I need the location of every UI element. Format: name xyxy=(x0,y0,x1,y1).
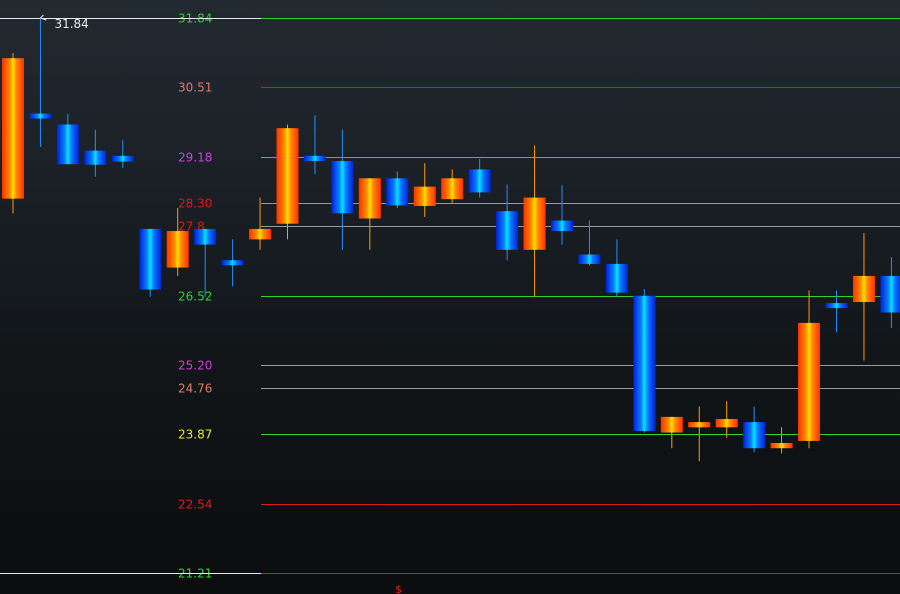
candle-body-7 xyxy=(194,228,217,245)
candle-5 xyxy=(139,228,162,297)
level-label-7: 24.76 xyxy=(178,382,212,396)
candle-body-21 xyxy=(578,254,601,264)
candle-body-17 xyxy=(468,169,491,193)
candle-body-22 xyxy=(605,263,628,293)
candle-8 xyxy=(221,239,244,287)
candle-27 xyxy=(743,406,766,453)
candle-2 xyxy=(56,114,79,165)
candle-6 xyxy=(166,208,189,276)
level-label-5: 26.52 xyxy=(178,290,212,304)
candle-4 xyxy=(111,140,134,168)
candle-body-2 xyxy=(56,124,79,165)
candle-13 xyxy=(358,178,381,250)
candle-7 xyxy=(194,228,217,297)
candle-body-16 xyxy=(441,178,464,200)
candle-28 xyxy=(770,427,793,454)
candle-body-6 xyxy=(166,231,189,268)
candle-body-3 xyxy=(84,150,107,165)
candle-10 xyxy=(276,124,299,240)
candle-11 xyxy=(303,115,326,175)
candle-23 xyxy=(633,288,656,433)
candle-26 xyxy=(715,401,738,438)
candle-body-5 xyxy=(139,228,162,290)
candlestick-chart: 31.8430.5129.1828.3027.826.5225.2024.762… xyxy=(0,12,900,594)
high-marker-arrow-icon xyxy=(40,14,47,21)
level-label-6: 25.20 xyxy=(178,359,212,373)
candle-0 xyxy=(2,52,24,214)
candle-17 xyxy=(468,158,491,198)
candle-body-13 xyxy=(358,178,381,219)
high-marker-label: 31.84 xyxy=(54,17,88,31)
candle-21 xyxy=(578,220,601,266)
price-levels: 31.8430.5129.1828.3027.826.5225.2024.762… xyxy=(0,12,900,581)
candle-19 xyxy=(523,145,546,297)
level-label-9: 22.54 xyxy=(178,498,212,512)
chart-stage: 31.84 30.51 29.18 28.30 27.8 26.52 25.20 24.76 2… xyxy=(0,0,900,594)
candle-1 xyxy=(29,18,52,147)
candle-body-18 xyxy=(496,211,519,250)
candle-body-30 xyxy=(825,303,848,309)
bottom-marker: $ xyxy=(395,583,402,594)
level-label-2: 29.18 xyxy=(178,151,212,165)
candle-body-28 xyxy=(770,442,793,449)
candle-body-26 xyxy=(715,418,738,428)
candle-body-19 xyxy=(523,197,546,250)
candle-body-4 xyxy=(111,155,134,162)
candles xyxy=(2,18,900,462)
candle-body-29 xyxy=(798,322,821,441)
candle-body-11 xyxy=(303,155,326,162)
candle-15 xyxy=(413,163,436,217)
candle-body-23 xyxy=(633,295,656,431)
candle-24 xyxy=(660,416,683,449)
candle-body-0 xyxy=(2,58,24,199)
level-label-1: 30.51 xyxy=(178,81,212,95)
candle-16 xyxy=(441,169,464,203)
markers: 31.84 $ xyxy=(40,14,402,594)
candle-25 xyxy=(688,406,711,462)
candle-32 xyxy=(880,257,900,329)
level-label-8: 23.87 xyxy=(178,428,212,442)
candle-18 xyxy=(496,184,519,261)
candle-3 xyxy=(84,129,107,177)
candle-body-20 xyxy=(551,220,573,232)
candle-body-24 xyxy=(660,416,683,433)
candle-body-31 xyxy=(852,275,875,303)
candle-body-1 xyxy=(29,113,52,119)
candle-body-15 xyxy=(413,186,436,206)
candle-body-12 xyxy=(331,161,354,214)
level-label-3: 28.30 xyxy=(178,197,212,211)
candle-14 xyxy=(386,171,409,209)
candle-12 xyxy=(331,129,354,250)
candle-body-25 xyxy=(688,422,711,428)
candle-20 xyxy=(551,185,573,245)
candle-body-32 xyxy=(880,275,900,313)
candle-body-10 xyxy=(276,128,299,224)
candle-29 xyxy=(798,290,821,449)
candle-body-9 xyxy=(249,228,272,240)
candle-22 xyxy=(605,239,628,297)
candle-body-27 xyxy=(743,422,766,449)
candle-body-8 xyxy=(221,260,244,266)
candle-body-14 xyxy=(386,178,409,206)
candle-9 xyxy=(249,197,272,250)
candle-31 xyxy=(852,233,875,361)
